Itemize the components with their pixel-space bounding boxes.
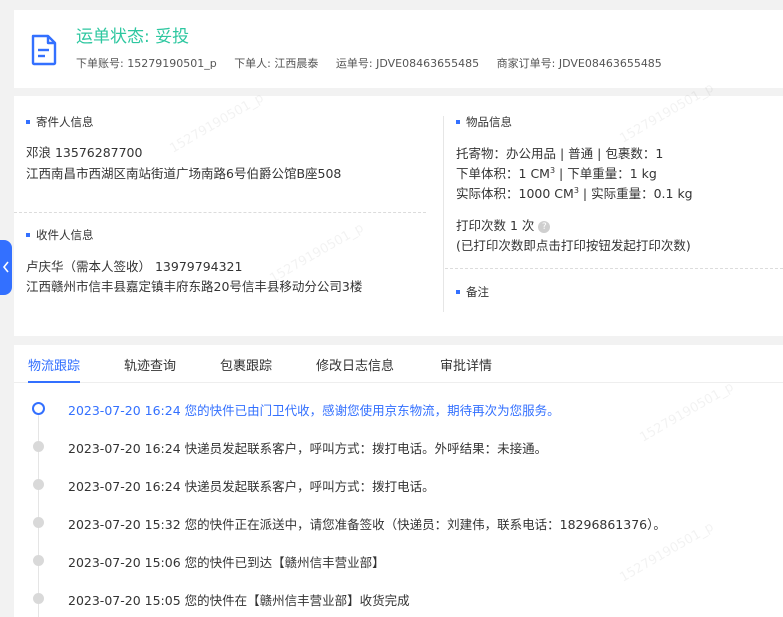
account-value: 15279190501_p [127,57,217,70]
watermark: 15279190501_p [617,80,717,147]
placer-label: 下单人: [234,57,271,70]
watermark: 15279190501_p [167,90,267,157]
side-collapse-handle[interactable] [0,240,12,295]
watermark: 15279190501_p [637,379,737,446]
timeline-item: 2023-07-20 16:24 快递员发起联系客户，呼叫方式：拨打电话。外呼结果… [68,441,548,456]
timeline-dot-current [32,402,45,415]
column-divider [443,116,444,312]
waybill-value: JDVE08463655485 [376,57,480,70]
timeline-dot [33,555,44,566]
section-marker-icon [26,233,30,237]
timeline-item: 2023-07-20 16:24 您的快件已由门卫代收，感谢您使用京东物流，期待再… [68,403,560,418]
print-count-row: 打印次数 1 次? [456,215,551,234]
timeline-item: 2023-07-20 15:32 您的快件正在派送中，请您准备签收（快递员：刘建伟… [68,517,666,532]
chevron-left-icon [2,261,9,273]
tracking-tabs: 物流跟踪 轨迹查询 包裹跟踪 修改日志信息 审批详情 [14,345,783,383]
shipment-info-panel: 寄件人信息 邓浪 13576287700 江西南昌市西湖区南站街道广场南路6号伯… [14,81,783,336]
remark-section-title: 备注 [456,284,489,300]
question-circle-icon[interactable]: ? [538,220,551,233]
timeline-dot [33,593,44,604]
divider [445,268,783,269]
goods-order-row: 下单体积：1 CM3 | 下单重量：1 kg [456,165,657,181]
sender-address: 江西南昌市西湖区南站街道广场南路6号伯爵公馆B座508 [26,166,342,181]
document-icon [31,34,57,66]
receiver-address: 江西赣州市信丰县嘉定镇丰府东路20号信丰县移动分公司3楼 [26,279,363,294]
tab-change-log[interactable]: 修改日志信息 [316,355,394,374]
waybill-meta: 下单账号: 15279190501_p 下单人: 江西晨泰 运单号: JDVE0… [76,55,676,71]
goods-actual-row: 实际体积：1000 CM3 | 实际重量：0.1 kg [456,185,693,201]
sender-name-phone: 邓浪 13576287700 [26,145,143,160]
timeline-item: 2023-07-20 16:24 快递员发起联系客户，呼叫方式：拨打电话。 [68,479,435,494]
section-marker-icon [26,120,30,124]
receiver-section-title: 收件人信息 [26,227,94,243]
timeline-dot [33,479,44,490]
receiver-name-phone: 卢庆华（需本人签收） 13979794321 [26,259,243,274]
tab-logistics-tracking[interactable]: 物流跟踪 [28,355,81,383]
account-label: 下单账号: [76,57,124,70]
waybill-label: 运单号: [335,57,373,70]
sender-section-title: 寄件人信息 [26,114,94,130]
section-marker-icon [456,290,460,294]
tab-approval-details[interactable]: 审批详情 [440,355,492,374]
timeline-dot [33,441,44,452]
merchant-order-value: JDVE08463655485 [558,57,662,70]
timeline-dot [33,517,44,528]
tracking-panel: 物流跟踪 轨迹查询 包裹跟踪 修改日志信息 审批详情 2023-07-20 16… [14,345,783,617]
timeline-item: 2023-07-20 15:06 您的快件已到达【赣州信丰营业部】 [68,555,385,570]
merchant-order-label: 商家订单号: [496,57,556,70]
section-marker-icon [456,120,460,124]
goods-section-title: 物品信息 [456,114,512,130]
divider [14,212,426,213]
waybill-header: 运单状态: 妥投 下单账号: 15279190501_p 下单人: 江西晨泰 运… [14,10,783,88]
tab-package-tracking[interactable]: 包裹跟踪 [220,355,272,374]
goods-consign: 托寄物：办公用品 | 普通 | 包裹数：1 [456,146,664,161]
print-note: (已打印次数即点击打印按钮发起打印次数) [456,238,691,253]
placer-value: 江西晨泰 [274,57,319,70]
waybill-status-title: 运单状态: 妥投 [76,27,190,47]
tab-trajectory-query[interactable]: 轨迹查询 [124,355,176,374]
timeline-item: 2023-07-20 15:05 您的快件在【赣州信丰营业部】收货完成 [68,593,410,608]
